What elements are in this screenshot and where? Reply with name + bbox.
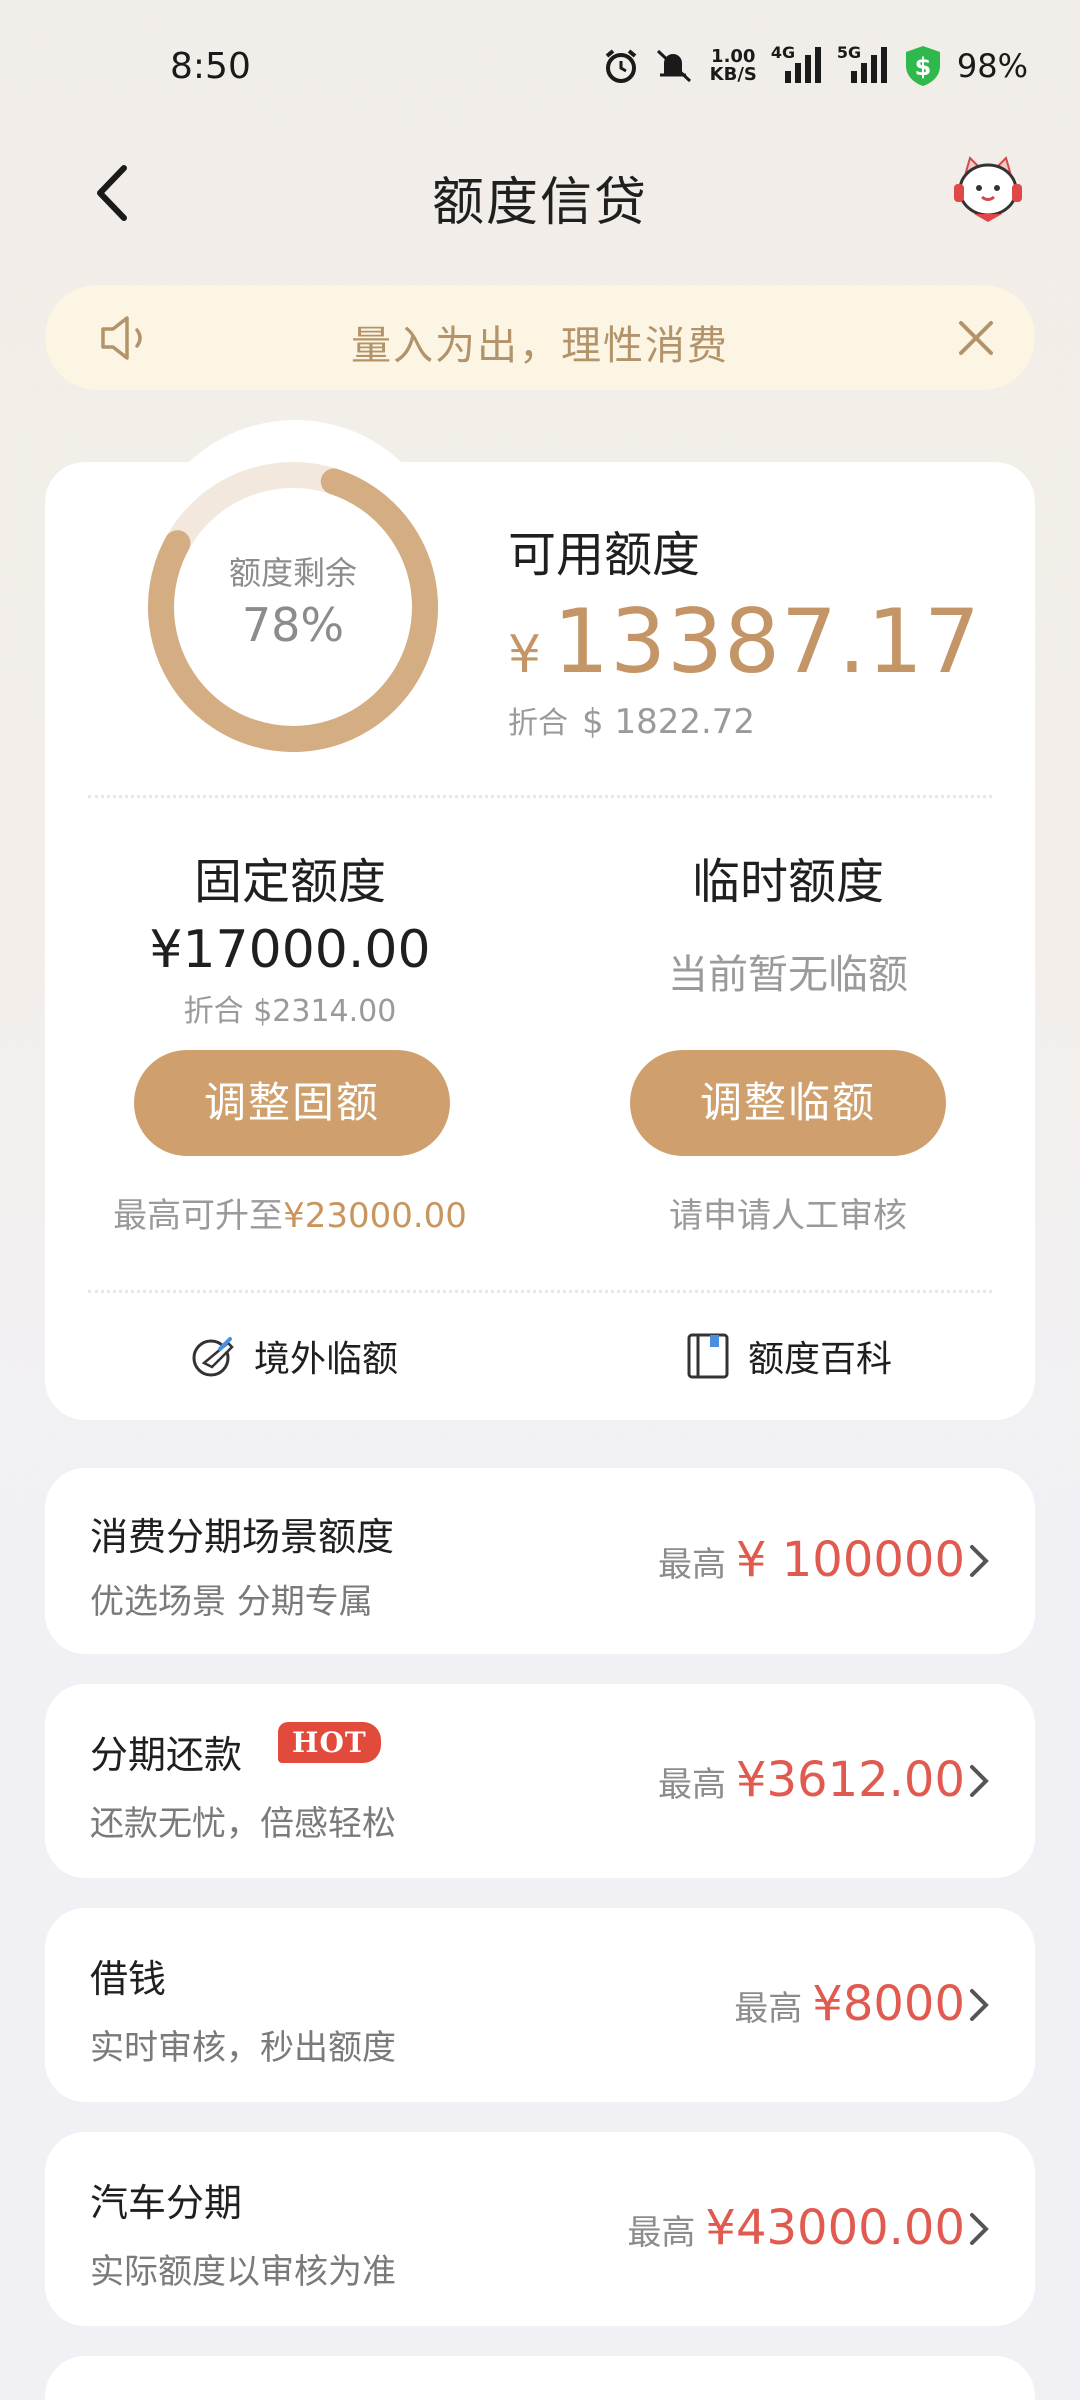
- divider: [88, 1290, 992, 1293]
- product-title: 借钱: [90, 1957, 167, 2001]
- product-max-prefix: 最高: [657, 1545, 726, 1585]
- overseas-temp-label: 境外临额: [254, 1339, 399, 1380]
- header: 额度信贷: [0, 140, 1080, 250]
- signal-4g-icon: 4G: [771, 43, 823, 85]
- alarm-icon: [605, 49, 636, 83]
- temp-credit-title: 临时额度: [691, 854, 884, 910]
- product-title: 汽车分期: [90, 2181, 243, 2225]
- fixed-credit-note: 最高可升至¥23000.00: [60, 1188, 520, 1237]
- chevron-right-icon: [970, 1765, 989, 1797]
- converted-value: $ 1822.72: [582, 702, 756, 742]
- temp-credit-status: 当前暂无临额: [668, 952, 908, 998]
- product-title: 分期还款: [90, 1733, 243, 1777]
- product-row-consumer-installment[interactable]: 消费分期场景额度 优选场景 分期专属 最高 ¥ 100000: [45, 1468, 1035, 1654]
- product-max-amount: ¥ 100000: [735, 1532, 965, 1588]
- product-max-prefix: 最高: [627, 2213, 696, 2253]
- product-max-amount: ¥3612.00: [735, 1752, 965, 1808]
- credit-encyclopedia-link[interactable]: 额度百科: [686, 1330, 892, 1382]
- converted-prefix: 折合: [508, 706, 568, 741]
- available-converted: 折合 $ 1822.72: [508, 698, 755, 742]
- product-row-partial[interactable]: [45, 2356, 1035, 2400]
- fixed-note-max: ¥23000.00: [283, 1196, 467, 1236]
- page-title: 额度信贷: [431, 173, 648, 233]
- book-icon: [687, 1333, 729, 1379]
- product-row-installment-repay[interactable]: 分期还款 HOT 还款无忧，倍感轻松 最高 ¥3612.00: [45, 1684, 1035, 1878]
- status-bar: 8:50 1.00 KB/S 4G 5G $ 98%: [0, 0, 1080, 140]
- adjust-fixed-button[interactable]: 调整固额: [134, 1050, 450, 1156]
- fixed-note-prefix: 最高可升至: [113, 1196, 284, 1236]
- close-icon[interactable]: [953, 315, 999, 361]
- currency-symbol: ¥: [508, 625, 542, 685]
- product-subtitle: 优选场景 分期专属: [90, 1582, 373, 1622]
- notice-text: 量入为出，理性消费: [351, 323, 729, 369]
- product-row-borrow[interactable]: 借钱 实时审核，秒出额度 最高 ¥8000: [45, 1908, 1035, 2102]
- available-amount: ¥ 13387.17: [508, 590, 981, 693]
- product-max-prefix: 最高: [734, 1989, 803, 2029]
- mute-icon: [656, 49, 691, 83]
- ring-label: 额度剩余: [228, 554, 357, 592]
- fixed-credit-section: 固定额度 ¥17000.00 折合 $2314.00: [110, 842, 470, 1030]
- signal-5g-icon: 5G: [837, 43, 889, 85]
- battery-level: 98%: [956, 47, 1028, 85]
- net-speed-unit: KB/S: [709, 64, 757, 85]
- chevron-right-icon: [970, 1989, 989, 2021]
- available-label: 可用额度: [508, 527, 701, 583]
- fixed-credit-converted: 折合 $2314.00: [183, 994, 397, 1029]
- product-max-amount: ¥43000.00: [705, 2200, 965, 2256]
- product-title: 消费分期场景额度: [90, 1515, 395, 1559]
- svg-text:$: $: [915, 53, 932, 81]
- product-subtitle: 实时审核，秒出额度: [90, 2028, 396, 2068]
- product-max-amount: ¥8000: [812, 1976, 965, 2032]
- divider: [88, 795, 992, 798]
- security-shield-icon: $: [905, 46, 940, 86]
- chevron-right-icon: [970, 2213, 989, 2245]
- adjust-temp-button[interactable]: 调整临额: [630, 1050, 946, 1156]
- fixed-credit-title: 固定额度: [193, 854, 386, 910]
- status-icons: 1.00 KB/S 4G 5G $ 98%: [602, 43, 1028, 88]
- plane-globe-icon: [192, 1337, 234, 1377]
- temp-credit-section: 临时额度 当前暂无临额: [608, 842, 968, 1000]
- product-max: 最高 ¥8000: [734, 1976, 965, 2032]
- temp-credit-note: 请申请人工审核: [669, 1196, 907, 1236]
- ring-percent: 78%: [241, 598, 345, 652]
- product-row-auto-installment[interactable]: 汽车分期 实际额度以审核为准 最高 ¥43000.00: [45, 2132, 1035, 2326]
- available-amount-value: 13387.17: [553, 590, 981, 693]
- product-max-prefix: 最高: [657, 1765, 726, 1805]
- product-max: 最高 ¥3612.00: [658, 1752, 965, 1808]
- status-time: 8:50: [170, 46, 251, 87]
- assistant-mascot-icon[interactable]: [948, 150, 1028, 230]
- product-subtitle: 实际额度以审核为准: [90, 2252, 396, 2292]
- chevron-right-icon: [970, 1545, 989, 1577]
- credit-encyclopedia-label: 额度百科: [748, 1339, 893, 1380]
- hot-badge: HOT: [278, 1722, 381, 1763]
- product-max: 最高 ¥43000.00: [627, 2200, 965, 2256]
- product-subtitle: 还款无忧，倍感轻松: [90, 1804, 396, 1844]
- fixed-credit-value: ¥17000.00: [149, 920, 431, 980]
- net-speed: 1.00 KB/S: [710, 48, 757, 84]
- notice-banner: 量入为出，理性消费: [45, 285, 1035, 390]
- overseas-temp-link[interactable]: 境外临额: [190, 1330, 398, 1382]
- product-max: 最高 ¥ 100000: [658, 1532, 965, 1588]
